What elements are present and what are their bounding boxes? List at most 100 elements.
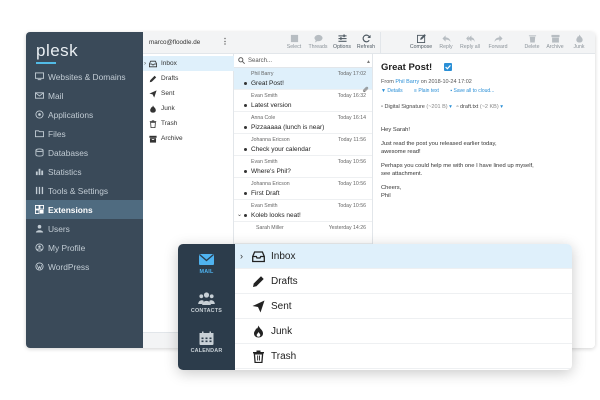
pencil-icon	[149, 75, 157, 83]
nav-item-users[interactable]: Users	[26, 219, 143, 238]
tab-label: CONTACTS	[190, 308, 223, 314]
save-to-cloud-link[interactable]: ▪ Save all to cloud...	[450, 88, 499, 94]
nav-item-statistics[interactable]: Statistics	[26, 162, 143, 181]
message-row[interactable]: Evan Smith Today 16:32 Latest version	[234, 90, 372, 112]
junk-label: Junk	[573, 44, 585, 50]
sender-link[interactable]: Phil Barry	[395, 79, 419, 85]
unread-dot	[244, 214, 247, 217]
refresh-button[interactable]: Refresh	[352, 34, 380, 50]
message-from: Anna Cole	[251, 115, 276, 121]
overlay-folder-inbox[interactable]: › Inbox	[235, 244, 572, 269]
refresh-label: Refresh	[356, 44, 376, 50]
search-input[interactable]: Search... ▲	[234, 54, 372, 68]
nav-item-websites-domains[interactable]: Websites & Domains	[26, 67, 143, 86]
paper-plane-icon	[252, 300, 265, 313]
details-link[interactable]: ▼ Details	[381, 88, 408, 94]
compose-button[interactable]: Compose	[407, 34, 435, 50]
nav-item-applications[interactable]: Applications	[26, 105, 143, 124]
mail-icon	[35, 91, 44, 100]
body-line: see attachment.	[381, 171, 423, 177]
account-menu-icon[interactable]: ⋮	[221, 37, 229, 46]
message-row[interactable]: Phil Barry Today 17:02 Great Post!	[234, 68, 372, 93]
flame-icon	[575, 34, 584, 43]
search-placeholder: Search...	[248, 58, 273, 64]
monitor-icon	[35, 72, 44, 81]
message-from: Evan Smith	[251, 159, 278, 165]
chevron-down-icon[interactable]: ▾	[500, 104, 503, 110]
nav-item-mail[interactable]: Mail	[26, 86, 143, 105]
folder-label: Junk	[161, 105, 175, 112]
reply-label: Reply	[439, 44, 453, 50]
forward-label: Forward	[488, 44, 508, 50]
stage: plesk Websites & Domains Mail Applicatio…	[0, 0, 600, 400]
folder-label: Sent	[161, 90, 175, 97]
nav-item-label: Tools & Settings	[48, 185, 109, 196]
message-date: Today 16:14	[337, 115, 366, 121]
attachment-name: Digital Signature	[384, 104, 425, 110]
pencil-icon	[252, 275, 265, 288]
tab-calendar[interactable]: CALENDAR	[178, 331, 235, 354]
folder-inbox[interactable]: › Inbox	[143, 56, 234, 71]
refresh-icon	[362, 34, 371, 43]
message-row[interactable]: Anna Cole Today 16:14 Pizzaaaaa (lunch i…	[234, 112, 372, 134]
save-to-cloud-label: Save all to cloud...	[453, 88, 495, 94]
applications-icon	[35, 110, 44, 119]
overlay-folder-trash[interactable]: Trash	[235, 344, 572, 369]
nav-item-label: Databases	[48, 147, 89, 158]
body-line: Cheers,	[381, 185, 402, 191]
message-subject: Koleb looks neat!	[251, 212, 301, 219]
message-date: Today 10:56	[337, 181, 366, 187]
reply-icon	[441, 34, 451, 43]
unread-dot	[244, 192, 247, 195]
scroll-up-icon[interactable]: ▲	[366, 59, 371, 65]
overlay-folder-sent[interactable]: Sent	[235, 294, 572, 319]
reply-all-icon	[465, 34, 475, 43]
chevron-down-icon[interactable]: ⌄	[237, 211, 242, 218]
nav-item-my-profile[interactable]: My Profile	[26, 238, 143, 257]
message-date: Today 11:56	[338, 137, 366, 143]
message-date: Today 10:56	[337, 203, 366, 209]
folder-drafts[interactable]: Drafts	[143, 71, 234, 86]
message-row[interactable]: Sarah Miller Yesterday 14:26	[234, 222, 372, 244]
message-subject: Pizzaaaaa (lunch is near)	[251, 124, 325, 131]
overlay-folder-junk[interactable]: Junk	[235, 319, 572, 344]
nav-item-wordpress[interactable]: WordPress	[26, 257, 143, 276]
tab-mail[interactable]: MAIL	[178, 252, 235, 275]
contacts-icon	[198, 291, 215, 306]
reply-all-button[interactable]: Reply all	[456, 34, 484, 50]
plain-text-link[interactable]: ≡ Plain text	[414, 88, 444, 94]
body-line: Phil	[381, 193, 391, 199]
folder-junk[interactable]: Junk	[143, 101, 234, 116]
message-row[interactable]: Evan Smith Today 10:56 Where's Phil?	[234, 156, 372, 178]
chevron-down-icon[interactable]: ▾	[449, 104, 452, 110]
folder-trash[interactable]: Trash	[143, 116, 234, 131]
plesk-logo-underline	[36, 62, 56, 64]
compose-label: Compose	[409, 44, 433, 50]
nav-item-files[interactable]: Files	[26, 124, 143, 143]
message-row[interactable]: Evan Smith Today 10:56 ⌄ Koleb looks nea…	[234, 200, 372, 222]
message-date: Today 17:02	[337, 71, 366, 77]
nav-item-extensions[interactable]: Extensions	[26, 200, 143, 219]
body-greeting: Hey Sarah!	[381, 127, 410, 133]
tab-contacts[interactable]: CONTACTS	[178, 291, 235, 314]
attachment-signature[interactable]: ▫ Digital Signature (~201 B) ▾	[381, 104, 452, 110]
nav-item-databases[interactable]: Databases	[26, 143, 143, 162]
overlay-folder-drafts[interactable]: Drafts	[235, 269, 572, 294]
nav-item-tools-settings[interactable]: Tools & Settings	[26, 181, 143, 200]
attachment-draft[interactable]: ▫ draft.txt (~2 KB) ▾	[457, 104, 503, 110]
folder-archive[interactable]: Archive	[143, 131, 234, 146]
message-row[interactable]: Johanna Ericson Today 11:56 Check your c…	[234, 134, 372, 156]
message-row[interactable]: Johanna Ericson Today 10:56 First Draft	[234, 178, 372, 200]
trash-icon	[252, 350, 265, 364]
overlay-sidebar: MAIL CONTACTS CALENDAR	[178, 244, 235, 370]
junk-button[interactable]: Junk	[565, 34, 593, 50]
attachment-size: (~2 KB)	[479, 104, 499, 110]
nav-item-label: Mail	[48, 90, 64, 101]
folder-label: Inbox	[161, 60, 177, 67]
body-paragraph: Just read the post you released earlier …	[381, 140, 586, 156]
flame-icon	[149, 104, 157, 113]
delete-label: Delete	[524, 44, 540, 50]
folder-sent[interactable]: Sent	[143, 86, 234, 101]
message-subject: Latest version	[251, 102, 292, 109]
forward-button[interactable]: Forward	[484, 34, 512, 50]
